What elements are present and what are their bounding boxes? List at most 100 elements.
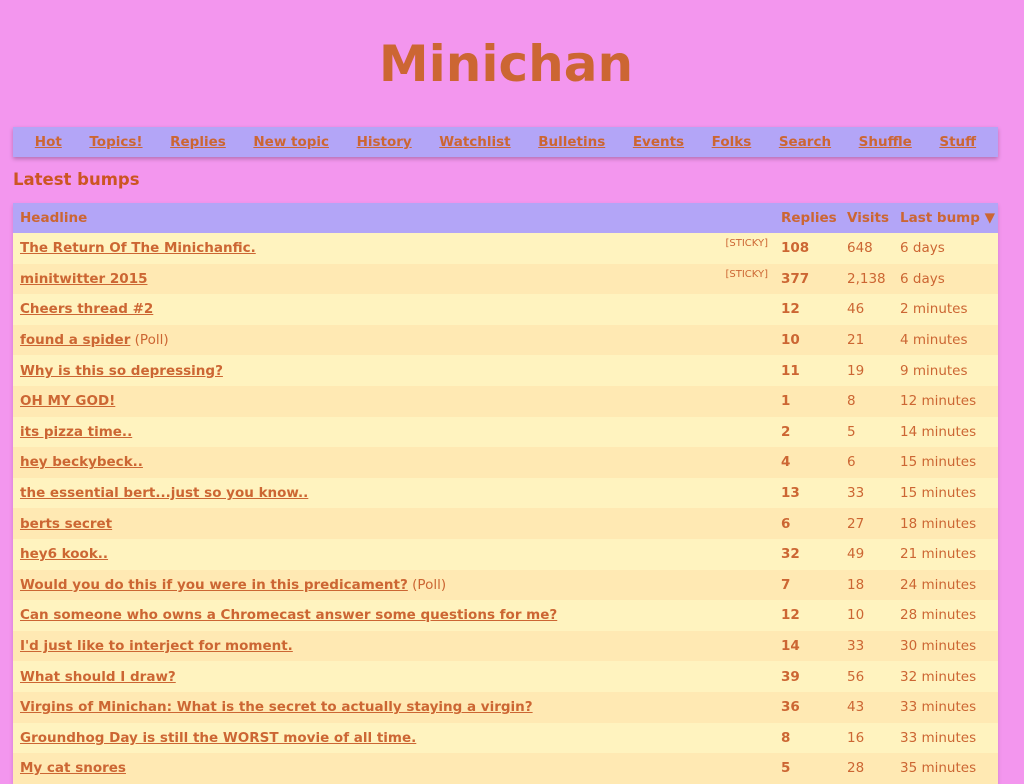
replies-count: 4 (781, 454, 791, 471)
last-bump-time: 28 minutes (900, 607, 977, 624)
topic-link[interactable]: minitwitter 2015 (20, 271, 147, 287)
headline-cell: the essential bert...just so you know.. (13, 478, 774, 509)
headline-cell: berts secret (13, 508, 774, 539)
table-row: OH MY GOD! 1 8 12 minutes (13, 385, 998, 417)
headline-cell: minitwitter 2015 [STICKY] (13, 264, 774, 295)
topic-link[interactable]: The Return Of The Minichanfic. (20, 240, 256, 256)
headline-cell: found a spider (Poll) (13, 325, 774, 356)
replies-count: 5 (781, 760, 791, 777)
visits-count: 33 (847, 638, 865, 655)
table-row: My cat snores 5 28 35 minutes (13, 753, 998, 784)
table-row: the essential bert...just so you know.. 1… (13, 477, 998, 509)
headline-cell: Can someone who owns a Chromecast answer… (13, 600, 774, 631)
table-row: hey beckybeck.. 4 6 15 minutes (13, 447, 998, 478)
last-bump-time: 32 minutes (900, 668, 977, 685)
table-row: Groundhog Day is still the WORST movie o… (13, 722, 998, 754)
headline-cell: OH MY GOD! (13, 386, 774, 417)
table-row: What should I draw? 39 56 32 minutes (13, 661, 998, 692)
table-row: Virgins of Minichan: What is the secret … (13, 691, 998, 723)
replies-count: 13 (781, 485, 800, 502)
visits-count: 19 (847, 362, 865, 379)
topic-link[interactable]: hey beckybeck.. (20, 454, 143, 470)
nav-events[interactable]: Events (633, 134, 684, 150)
last-bump-time: 4 minutes (900, 332, 968, 349)
table-row: Cheers thread #2 12 46 2 minutes (13, 294, 998, 325)
topic-link[interactable]: Virgins of Minichan: What is the secret … (20, 699, 533, 715)
table-row: I'd just like to interject for moment. 14… (13, 630, 998, 662)
headline-cell: Groundhog Day is still the WORST movie o… (13, 723, 774, 754)
visits-count: 8 (847, 393, 856, 410)
headline-cell: hey beckybeck.. (13, 447, 774, 478)
replies-count: 39 (781, 668, 800, 685)
headline-cell: Would you do this if you were in this pr… (13, 570, 774, 601)
nav-hot[interactable]: Hot (35, 134, 62, 150)
visits-count: 46 (847, 301, 865, 318)
poll-label: (Poll) (134, 332, 169, 349)
topic-link[interactable]: found a spider (20, 332, 130, 348)
topic-link[interactable]: OH MY GOD! (20, 393, 115, 409)
replies-count: 1 (781, 393, 791, 410)
section-heading: Latest bumps (13, 170, 140, 189)
column-header-headline[interactable]: Headline (13, 203, 774, 233)
table-row: berts secret 6 27 18 minutes (13, 508, 998, 539)
topic-link[interactable]: I'd just like to interject for moment. (20, 638, 293, 654)
topic-link[interactable]: the essential bert...just so you know.. (20, 485, 308, 501)
sticky-badge: [STICKY] (725, 238, 769, 249)
nav-watchlist[interactable]: Watchlist (439, 134, 510, 150)
column-header-replies[interactable]: Replies (774, 203, 840, 233)
nav-replies[interactable]: Replies (170, 134, 226, 150)
poll-label: (Poll) (412, 576, 447, 593)
nav-topics[interactable]: Topics! (89, 134, 142, 150)
topic-rows: The Return Of The Minichanfic. [STICKY] 10… (13, 233, 998, 784)
visits-count: 56 (847, 668, 865, 685)
headline-cell: Why is this so depressing? (13, 355, 774, 386)
nav-search[interactable]: Search (779, 134, 831, 150)
visits-count: 27 (847, 515, 865, 532)
table-row: The Return Of The Minichanfic. [STICKY] 10… (13, 233, 998, 264)
topic-link[interactable]: My cat snores (20, 760, 126, 776)
last-bump-time: 33 minutes (900, 699, 977, 716)
last-bump-time: 15 minutes (900, 485, 977, 502)
topics-table: Headline Replies Visits Last bump ▼ The … (13, 203, 998, 784)
table-row: Can someone who owns a Chromecast answer… (13, 600, 998, 631)
topic-link[interactable]: Can someone who owns a Chromecast answer… (20, 607, 557, 623)
replies-count: 7 (781, 576, 791, 593)
topic-link[interactable]: Would you do this if you were in this pr… (20, 577, 408, 593)
nav-folks[interactable]: Folks (712, 134, 752, 150)
visits-count: 10 (847, 607, 865, 624)
table-row: Why is this so depressing? 11 19 9 minutes (13, 355, 998, 386)
nav-shuffle[interactable]: Shuffle (859, 134, 912, 150)
headline-cell: The Return Of The Minichanfic. [STICKY] (13, 233, 774, 264)
visits-count: 18 (847, 576, 865, 593)
nav-bulletins[interactable]: Bulletins (538, 134, 605, 150)
nav-new-topic[interactable]: New topic (253, 134, 329, 150)
nav-stuff[interactable]: Stuff (939, 134, 976, 150)
table-row: minitwitter 2015 [STICKY] 377 2,138 6 days (13, 263, 998, 295)
column-header-last-bump[interactable]: Last bump ▼ (893, 203, 998, 233)
replies-count: 8 (781, 729, 791, 746)
topic-link[interactable]: Why is this so depressing? (20, 363, 223, 379)
topic-link[interactable]: Groundhog Day is still the WORST movie o… (20, 730, 416, 746)
nav-history[interactable]: History (357, 134, 412, 150)
topic-link[interactable]: berts secret (20, 516, 112, 532)
headline-cell: Cheers thread #2 (13, 294, 774, 325)
visits-count: 16 (847, 729, 865, 746)
last-bump-time: 21 minutes (900, 546, 977, 563)
visits-count: 648 (847, 240, 873, 257)
topic-link[interactable]: What should I draw? (20, 669, 176, 685)
last-bump-time: 6 days (900, 240, 945, 257)
main-nav: Hot Topics! Replies New topic History Wa… (13, 127, 998, 157)
last-bump-time: 30 minutes (900, 638, 977, 655)
visits-count: 49 (847, 546, 865, 563)
replies-count: 2 (781, 423, 791, 440)
table-row: found a spider (Poll) 10 21 4 minutes (13, 324, 998, 356)
topic-link[interactable]: Cheers thread #2 (20, 301, 153, 317)
replies-count: 11 (781, 362, 800, 379)
column-header-visits[interactable]: Visits (840, 203, 893, 233)
topic-link[interactable]: hey6 kook.. (20, 546, 108, 562)
table-row: hey6 kook.. 32 49 21 minutes (13, 538, 998, 570)
last-bump-time: 35 minutes (900, 760, 977, 777)
visits-count: 6 (847, 454, 856, 471)
replies-count: 10 (781, 332, 800, 349)
topic-link[interactable]: its pizza time.. (20, 424, 132, 440)
